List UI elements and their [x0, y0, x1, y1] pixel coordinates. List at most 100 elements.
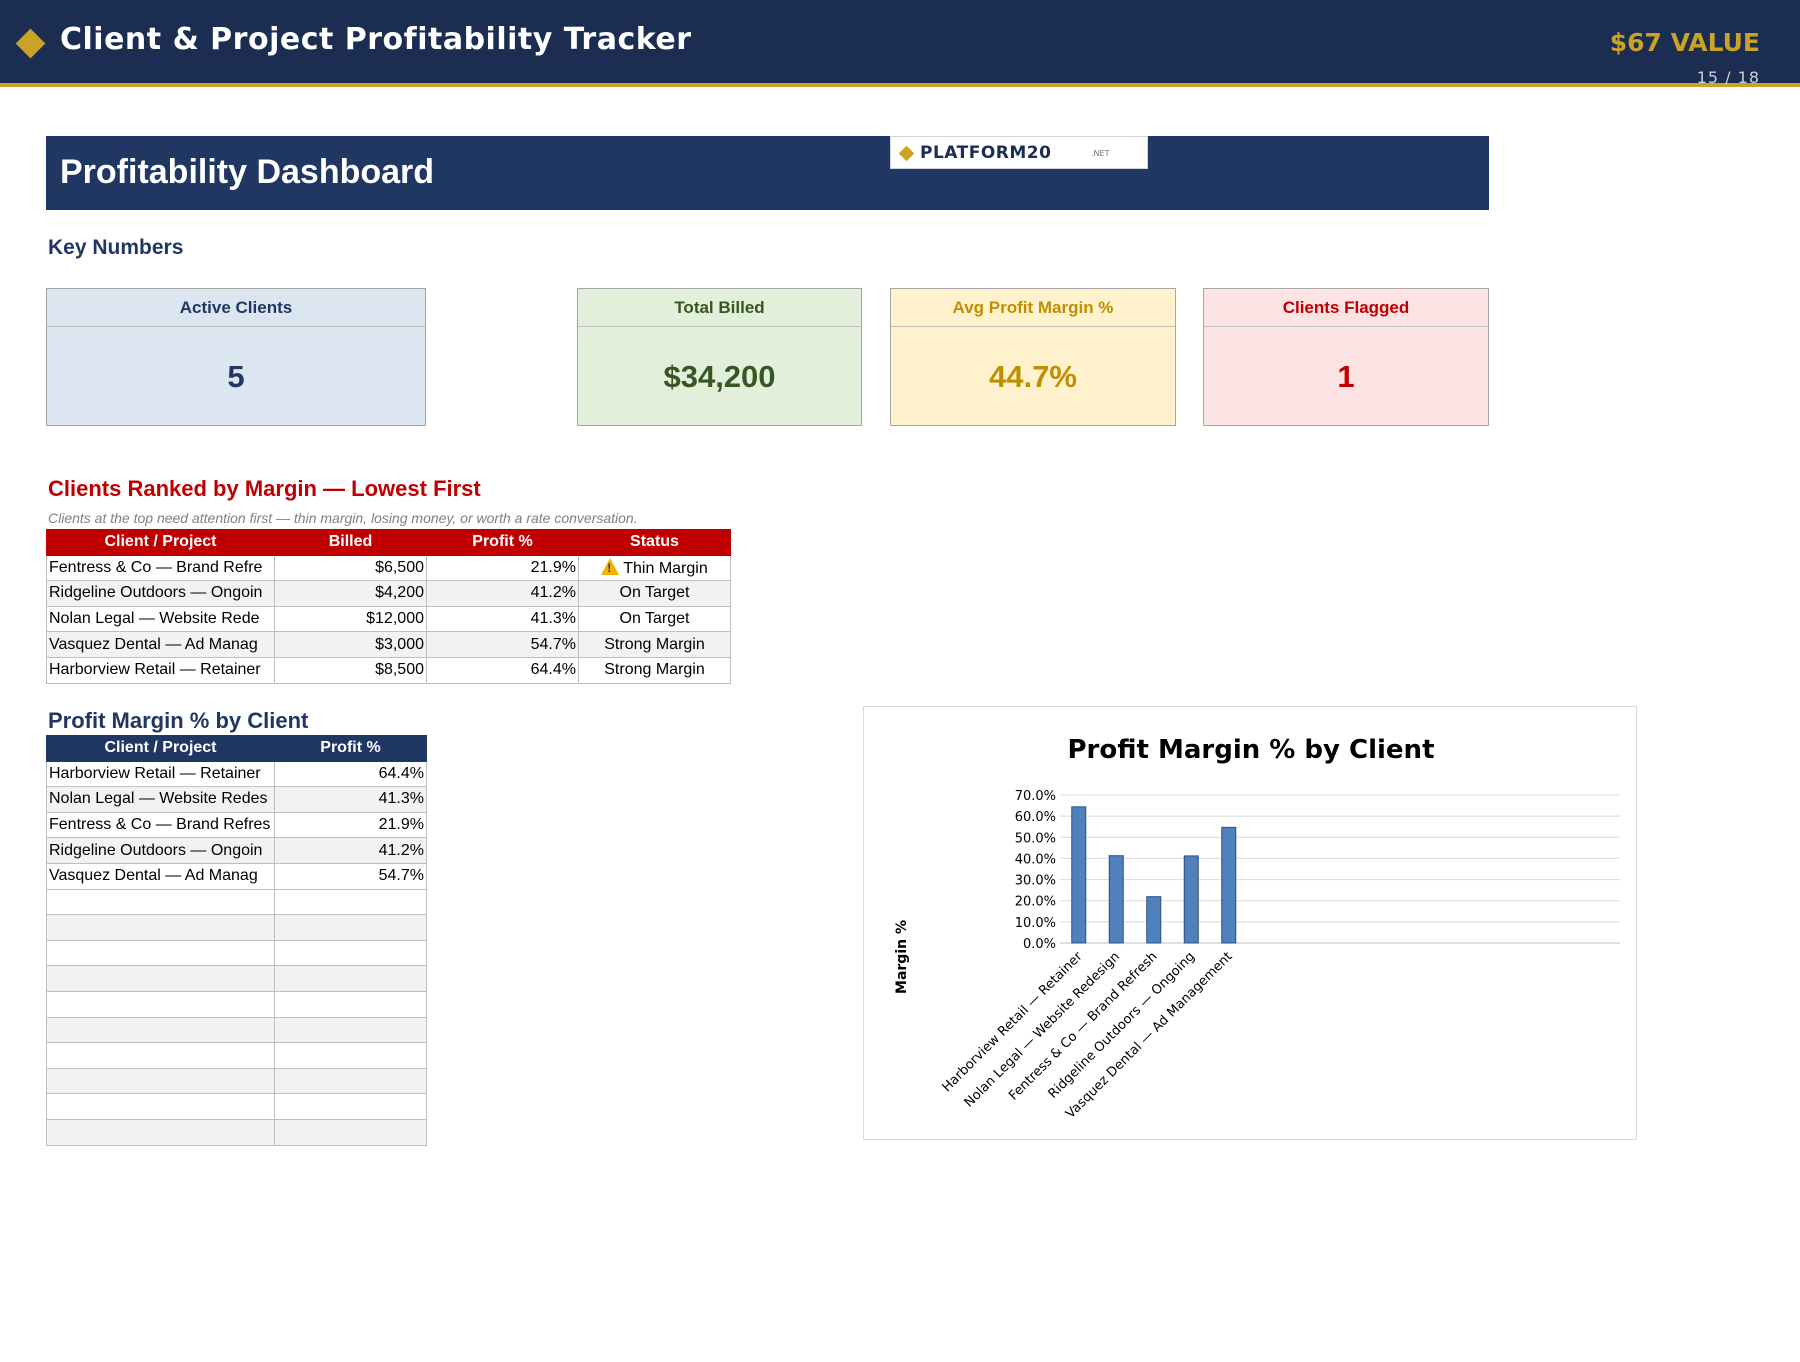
platform-logo: PLATFORM20 .NET	[890, 136, 1148, 169]
empty-cell[interactable]	[46, 990, 275, 1018]
kpi-active-clients: Active Clients 5	[46, 288, 426, 426]
col-header[interactable]: Billed	[274, 529, 427, 556]
empty-cell[interactable]	[274, 1093, 427, 1120]
col-header[interactable]: Status	[578, 529, 731, 556]
cell-client[interactable]: Harborview Retail — Retainer	[46, 760, 275, 788]
cell-client[interactable]: Ridgeline Outdoors — Ongoin	[46, 837, 275, 864]
top-banner: Client & Project Profitability Tracker $…	[0, 0, 1800, 87]
cell-profit[interactable]: 41.2%	[274, 837, 427, 864]
x-tick-label: Fentress & Co — Brand Refresh	[1006, 949, 1160, 1103]
y-tick-label: 20.0%	[1015, 895, 1056, 910]
logo-text: PLATFORM20	[920, 143, 1052, 163]
cell-billed[interactable]: $3,000	[274, 631, 427, 658]
bar	[1146, 896, 1162, 944]
cell-profit[interactable]: 64.4%	[426, 656, 579, 684]
cell-billed[interactable]: $8,500	[274, 656, 427, 684]
col-header[interactable]: Client / Project	[46, 529, 275, 556]
empty-cell[interactable]	[46, 965, 275, 992]
kpi-label: Avg Profit Margin %	[891, 289, 1175, 327]
cell-billed[interactable]: $12,000	[274, 605, 427, 633]
empty-cell[interactable]	[46, 914, 275, 941]
empty-cell[interactable]	[274, 1067, 427, 1095]
col-header[interactable]: Profit %	[426, 529, 579, 556]
empty-cell[interactable]	[274, 939, 427, 967]
bar	[1183, 855, 1199, 944]
page-title: Profitability Dashboard	[60, 153, 435, 191]
empty-row	[46, 965, 427, 992]
cell-status[interactable]: On Target	[578, 580, 731, 607]
cell-profit[interactable]: 21.9%	[426, 554, 579, 582]
chart-container[interactable]: Profit Margin % by Client 0.0% 10.0% 20.0% 3…	[863, 706, 1637, 1140]
cell-client[interactable]: Fentress & Co — Brand Refres	[46, 811, 275, 839]
cell-client[interactable]: Harborview Retail — Retainer	[46, 656, 275, 684]
empty-row	[46, 990, 427, 1018]
cell-billed[interactable]: $4,200	[274, 580, 427, 607]
table-header-row: Client / Project Profit %	[46, 735, 427, 762]
kpi-label: Total Billed	[578, 289, 861, 327]
table-row: Fentress & Co — Brand Refres 21.9%	[46, 811, 427, 839]
empty-cell[interactable]	[46, 888, 275, 916]
empty-cell[interactable]	[274, 888, 427, 916]
cell-client[interactable]: Vasquez Dental — Ad Manag	[46, 862, 275, 890]
page-indicator: 15 / 18	[1696, 68, 1760, 87]
cell-profit[interactable]: 54.7%	[426, 631, 579, 658]
empty-cell[interactable]	[46, 1042, 275, 1069]
col-header[interactable]: Profit %	[274, 735, 427, 762]
empty-cell[interactable]	[46, 1016, 275, 1044]
cell-client[interactable]: Vasquez Dental — Ad Manag	[46, 631, 275, 658]
y-tick-label: 50.0%	[1015, 831, 1056, 846]
cell-status[interactable]: On Target	[578, 605, 731, 633]
cell-profit[interactable]: 21.9%	[274, 811, 427, 839]
logo-suffix: .NET	[1091, 149, 1110, 158]
table-row: Harborview Retail — Retainer $8,500 64.4…	[46, 656, 731, 684]
kpi-total-billed: Total Billed $34,200	[577, 288, 862, 426]
kpi-value: 1	[1337, 359, 1355, 394]
table-row: Vasquez Dental — Ad Manag $3,000 54.7% S…	[46, 631, 731, 658]
cell-status[interactable]: Strong Margin	[578, 656, 731, 684]
cell-client[interactable]: Fentress & Co — Brand Refre	[46, 554, 275, 582]
empty-cell[interactable]	[46, 1067, 275, 1095]
empty-cell[interactable]	[274, 965, 427, 992]
margin-heading: Profit Margin % by Client	[48, 708, 309, 733]
kpi-value: 5	[227, 359, 245, 394]
cell-profit[interactable]: 41.3%	[426, 605, 579, 633]
cell-profit[interactable]: 41.3%	[274, 786, 427, 813]
empty-row	[46, 1118, 427, 1146]
cell-profit[interactable]: 64.4%	[274, 760, 427, 788]
cell-profit[interactable]: 41.2%	[426, 580, 579, 607]
ranked-table: Client / Project Billed Profit % Status …	[46, 529, 731, 684]
bar	[1071, 806, 1087, 944]
cell-billed[interactable]: $6,500	[274, 554, 427, 582]
logo-diamond-icon	[898, 145, 915, 162]
kpi-value: 44.7%	[989, 359, 1077, 394]
table-row: Vasquez Dental — Ad Manag 54.7%	[46, 862, 427, 890]
cell-status[interactable]: Strong Margin	[578, 631, 731, 658]
cell-client[interactable]: Ridgeline Outdoors — Ongoin	[46, 580, 275, 607]
table-row: Ridgeline Outdoors — Ongoin $4,200 41.2%…	[46, 580, 731, 607]
cell-client[interactable]: Nolan Legal — Website Rede	[46, 605, 275, 633]
cell-client[interactable]: Nolan Legal — Website Redes	[46, 786, 275, 813]
empty-cell[interactable]	[274, 1118, 427, 1146]
empty-row	[46, 1042, 427, 1069]
empty-cell[interactable]	[274, 990, 427, 1018]
empty-cell[interactable]	[274, 1016, 427, 1044]
empty-cell[interactable]	[274, 1042, 427, 1069]
empty-row	[46, 1067, 427, 1095]
col-header[interactable]: Client / Project	[46, 735, 275, 762]
margin-chart: Profit Margin % by Client 0.0% 10.0% 20.0% 3…	[894, 735, 1620, 1122]
empty-cell[interactable]	[46, 1118, 275, 1146]
chart-title: Profit Margin % by Client	[1067, 735, 1434, 765]
cell-status[interactable]: Thin Margin	[578, 554, 731, 582]
warning-icon	[601, 557, 620, 575]
cell-profit[interactable]: 54.7%	[274, 862, 427, 890]
diamond-icon	[15, 28, 46, 59]
empty-cell[interactable]	[46, 939, 275, 967]
margin-table: Client / Project Profit % Harborview Ret…	[46, 735, 427, 1146]
page: { "header": { "title": "Client & Project…	[0, 0, 1800, 1362]
empty-cell[interactable]	[46, 1093, 275, 1120]
table-row: Nolan Legal — Website Rede $12,000 41.3%…	[46, 605, 731, 633]
kpi-label: Clients Flagged	[1204, 289, 1488, 327]
ranked-heading: Clients Ranked by Margin — Lowest First	[48, 476, 481, 501]
empty-cell[interactable]	[274, 914, 427, 941]
y-tick-label: 70.0%	[1015, 789, 1056, 804]
